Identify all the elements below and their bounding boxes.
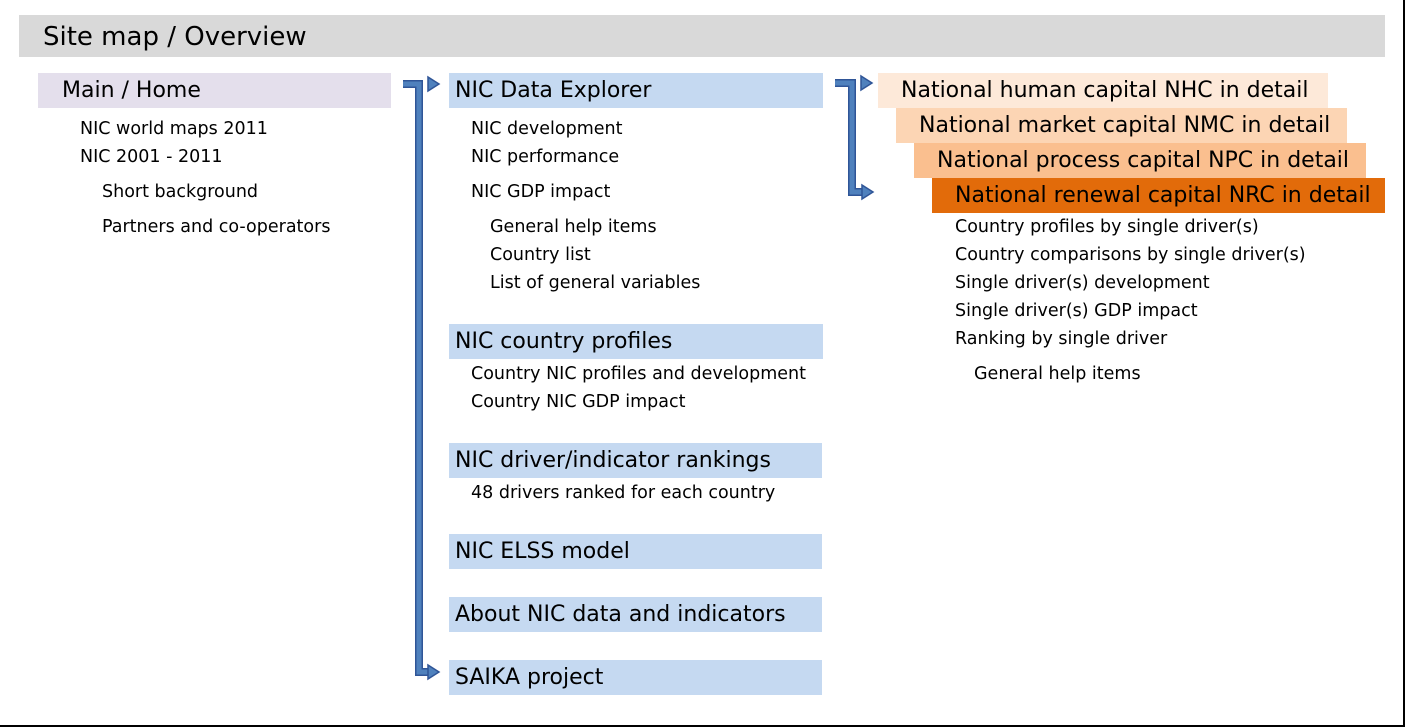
connector-home-to-sections bbox=[403, 75, 441, 681]
arrowhead-icon bbox=[427, 75, 441, 93]
connector-arrows bbox=[403, 74, 875, 681]
arrowhead-icon bbox=[860, 74, 874, 92]
arrowhead-icon bbox=[861, 183, 875, 201]
connector-explorer-to-capitals bbox=[835, 74, 875, 201]
arrowhead-icon bbox=[427, 663, 441, 681]
